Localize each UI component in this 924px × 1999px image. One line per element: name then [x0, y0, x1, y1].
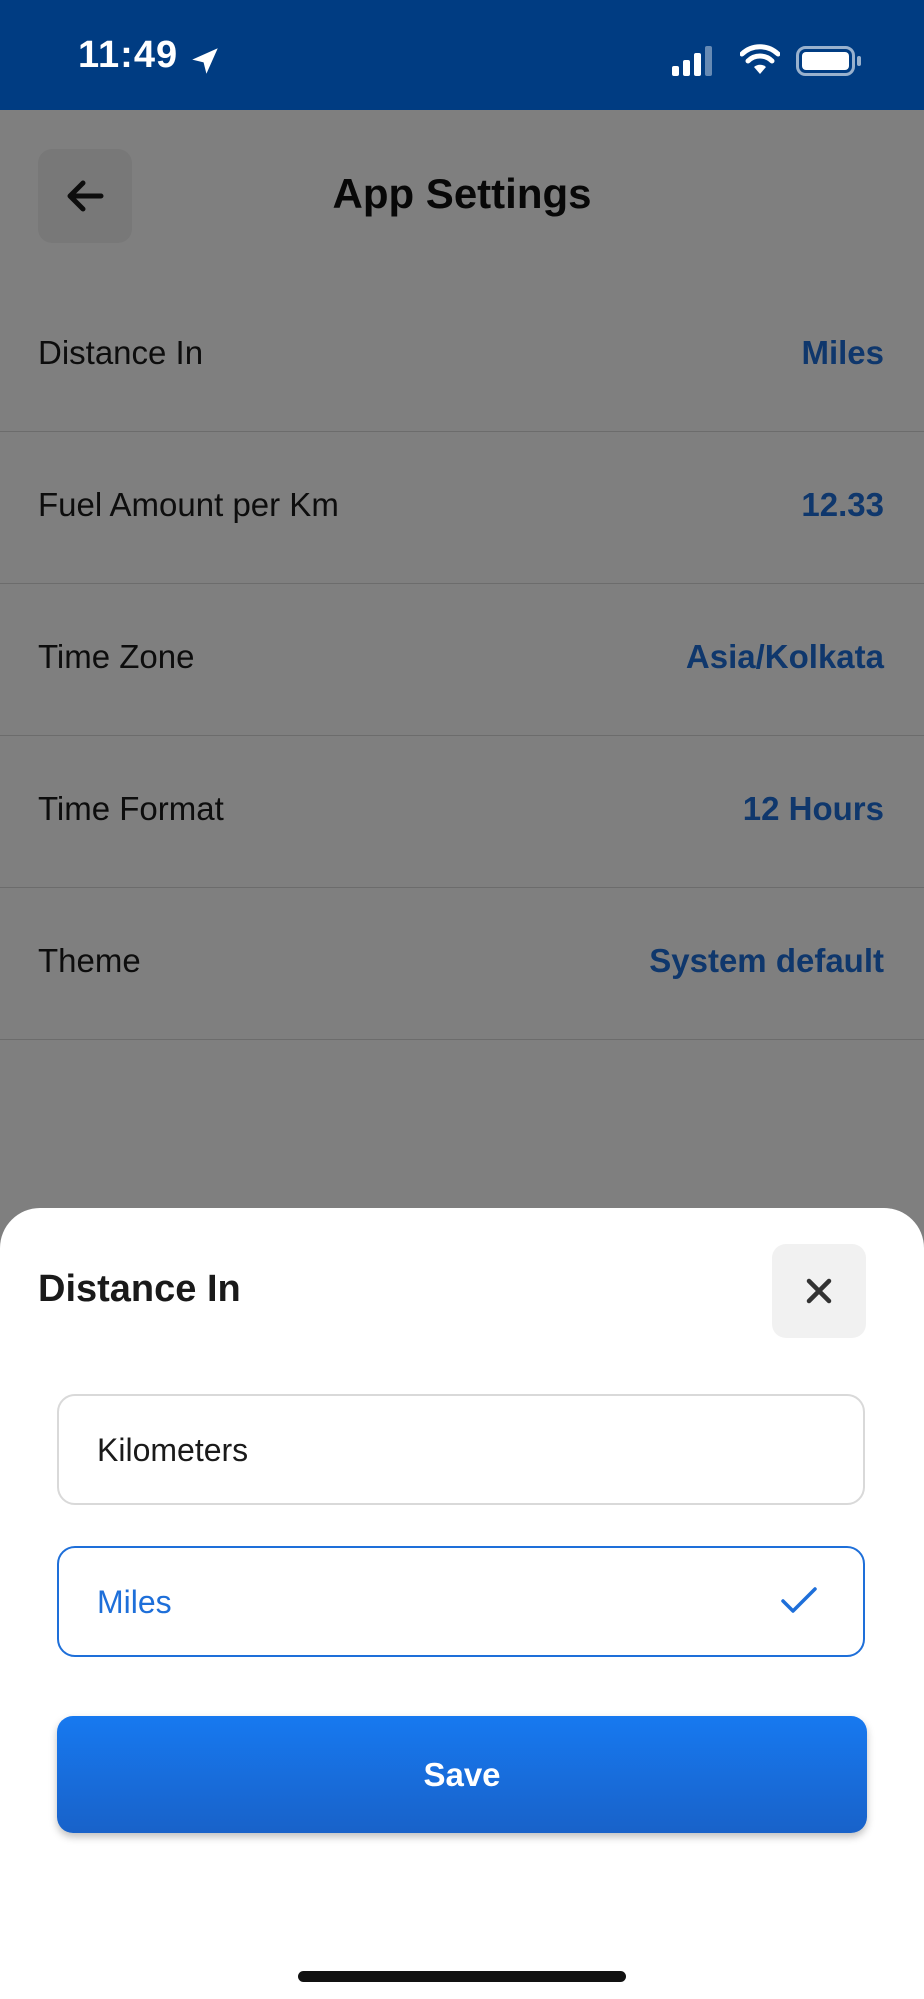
checkmark-icon [781, 1587, 817, 1613]
option-label: Kilometers [97, 1432, 249, 1468]
status-bar: 11:49 [0, 0, 924, 110]
location-arrow-icon [192, 48, 218, 74]
sheet-title: Distance In [38, 1268, 241, 1310]
option-kilometers[interactable]: Kilometers [57, 1394, 865, 1505]
battery-icon [796, 46, 861, 76]
distance-bottom-sheet: Distance In Kilometers Miles Save [0, 1208, 924, 1999]
save-button[interactable]: Save [57, 1716, 867, 1833]
home-indicator [298, 1971, 626, 1982]
close-button[interactable] [772, 1244, 866, 1338]
status-time: 11:49 [78, 34, 179, 76]
option-miles[interactable]: Miles [57, 1546, 865, 1657]
close-icon [806, 1278, 832, 1304]
cellular-signal-icon [672, 46, 712, 76]
wifi-icon [740, 44, 780, 74]
option-label: Miles [97, 1584, 172, 1620]
